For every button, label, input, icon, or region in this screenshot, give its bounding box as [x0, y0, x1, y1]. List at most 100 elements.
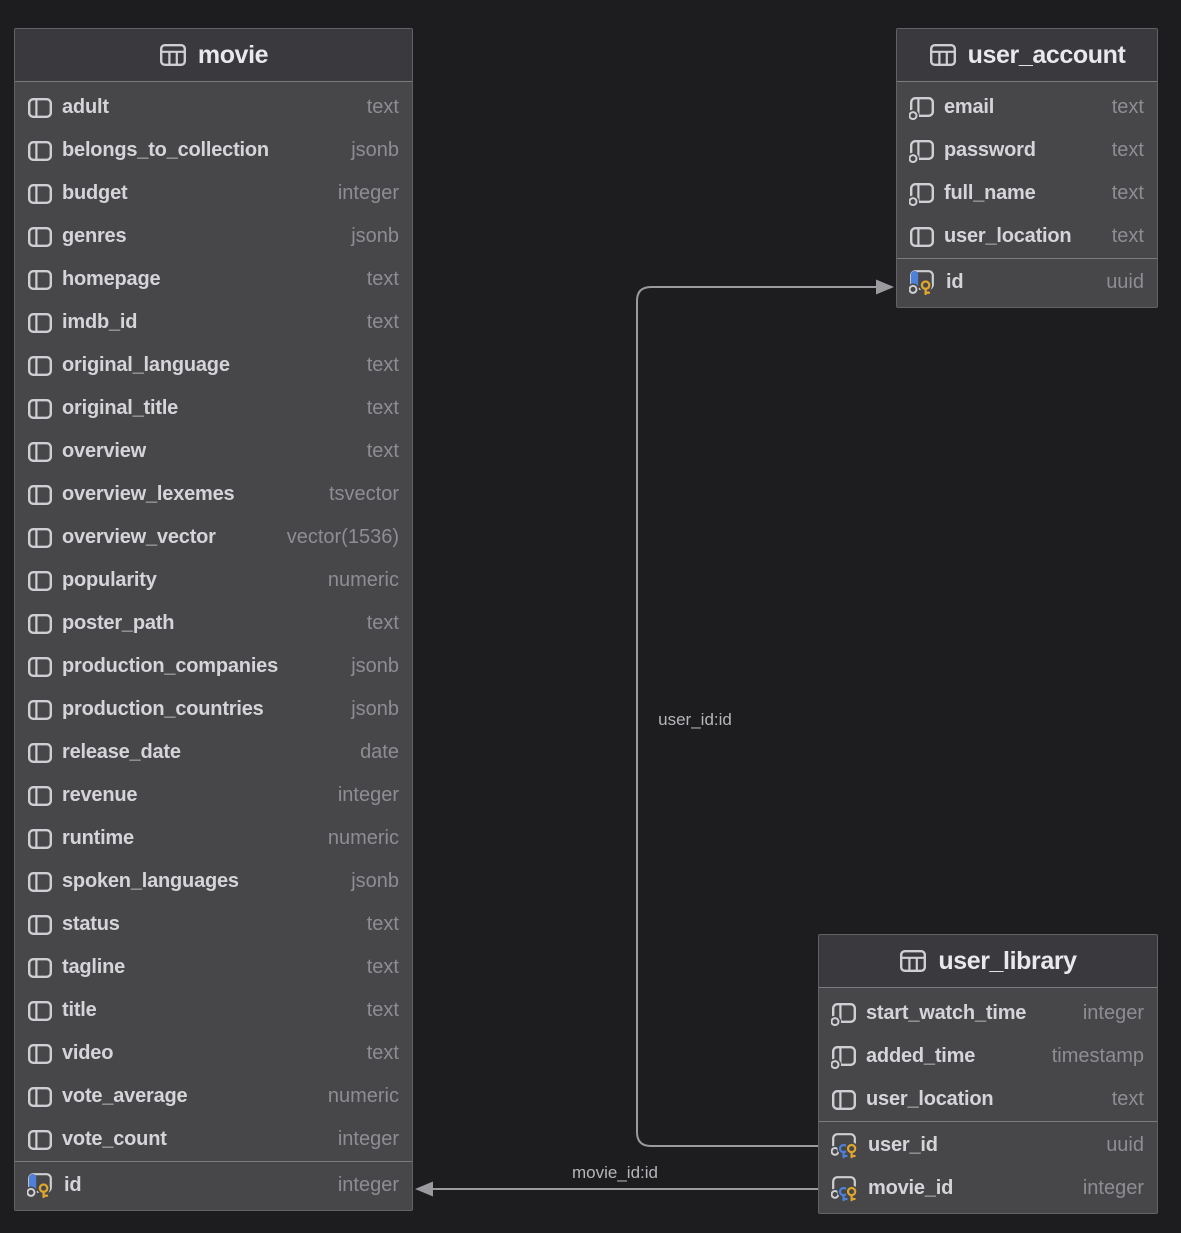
primary-key-icon	[27, 1172, 55, 1199]
column-name: production_companies	[62, 655, 278, 678]
column-row[interactable]: popularity numeric	[15, 559, 412, 602]
column-row[interactable]: runtime numeric	[15, 817, 412, 860]
column-name: email	[944, 96, 994, 119]
column-type: text	[353, 268, 399, 291]
column-icon	[27, 871, 53, 893]
key-row[interactable]: movie_id integer	[819, 1167, 1157, 1210]
column-icon	[27, 527, 53, 549]
column-type: jsonb	[337, 655, 399, 678]
column-icon	[27, 355, 53, 377]
er-diagram-canvas[interactable]: movie adult text belongs_to_collection j…	[0, 0, 1181, 1233]
column-icon	[27, 742, 53, 764]
column-row[interactable]: email text	[897, 86, 1157, 129]
column-icon	[27, 97, 53, 119]
column-name: added_time	[866, 1045, 975, 1068]
column-icon	[27, 1000, 53, 1022]
column-indexed-icon	[831, 1002, 857, 1026]
table-columns: adult text belongs_to_collection jsonb b…	[15, 82, 412, 1161]
table-node-movie[interactable]: movie adult text belongs_to_collection j…	[14, 28, 413, 1211]
column-name: user_location	[866, 1088, 993, 1111]
column-type: text	[353, 956, 399, 979]
column-indexed-icon	[909, 139, 935, 163]
column-type: integer	[324, 1174, 399, 1197]
column-name: poster_path	[62, 612, 174, 635]
column-row[interactable]: overview_lexemes tsvector	[15, 473, 412, 516]
table-title: user_library	[938, 947, 1076, 976]
column-icon	[27, 140, 53, 162]
column-icon	[27, 570, 53, 592]
column-name: user_location	[944, 225, 1071, 248]
column-row[interactable]: full_name text	[897, 172, 1157, 215]
column-name: original_title	[62, 397, 178, 420]
table-node-user_account[interactable]: user_account email text password text fu…	[896, 28, 1158, 308]
column-row[interactable]: original_title text	[15, 387, 412, 430]
column-name: movie_id	[868, 1177, 953, 1200]
column-type: text	[1098, 182, 1144, 205]
column-row[interactable]: belongs_to_collection jsonb	[15, 129, 412, 172]
column-type: numeric	[314, 827, 399, 850]
column-type: date	[346, 741, 399, 764]
column-icon	[27, 441, 53, 463]
column-type: integer	[324, 784, 399, 807]
table-grid-icon	[899, 949, 927, 973]
table-header[interactable]: user_library	[819, 935, 1157, 988]
column-row[interactable]: original_language text	[15, 344, 412, 387]
table-node-user_library[interactable]: user_library start_watch_time integer ad…	[818, 934, 1158, 1214]
column-row[interactable]: homepage text	[15, 258, 412, 301]
table-title: movie	[198, 41, 268, 70]
column-type: integer	[324, 182, 399, 205]
column-name: overview_vector	[62, 526, 216, 549]
column-type: timestamp	[1038, 1045, 1144, 1068]
key-row[interactable]: user_id uuid	[819, 1124, 1157, 1167]
column-row[interactable]: password text	[897, 129, 1157, 172]
primary-key-icon	[909, 269, 937, 296]
column-name: id	[64, 1174, 81, 1197]
column-name: id	[946, 271, 963, 294]
column-row[interactable]: title text	[15, 989, 412, 1032]
column-name: release_date	[62, 741, 181, 764]
relationship-label: user_id:id	[658, 710, 732, 730]
column-row[interactable]: overview_vector vector(1536)	[15, 516, 412, 559]
column-type: integer	[324, 1128, 399, 1151]
column-row[interactable]: vote_count integer	[15, 1118, 412, 1161]
column-row[interactable]: status text	[15, 903, 412, 946]
column-row[interactable]: added_time timestamp	[819, 1035, 1157, 1078]
column-row[interactable]: imdb_id text	[15, 301, 412, 344]
column-row[interactable]: overview text	[15, 430, 412, 473]
column-indexed-icon	[909, 96, 935, 120]
column-icon	[27, 226, 53, 248]
column-name: user_id	[868, 1134, 938, 1157]
column-row[interactable]: vote_average numeric	[15, 1075, 412, 1118]
key-row[interactable]: id integer	[15, 1164, 412, 1207]
column-row[interactable]: user_location text	[897, 215, 1157, 258]
column-name: password	[944, 139, 1036, 162]
column-type: jsonb	[337, 698, 399, 721]
column-row[interactable]: start_watch_time integer	[819, 992, 1157, 1035]
column-type: text	[353, 397, 399, 420]
column-row[interactable]: adult text	[15, 86, 412, 129]
column-icon	[27, 312, 53, 334]
column-row[interactable]: tagline text	[15, 946, 412, 989]
column-row[interactable]: user_location text	[819, 1078, 1157, 1121]
column-name: popularity	[62, 569, 157, 592]
column-row[interactable]: revenue integer	[15, 774, 412, 817]
column-row[interactable]: spoken_languages jsonb	[15, 860, 412, 903]
column-row[interactable]: production_companies jsonb	[15, 645, 412, 688]
column-type: integer	[1069, 1177, 1144, 1200]
column-row[interactable]: production_countries jsonb	[15, 688, 412, 731]
table-header[interactable]: user_account	[897, 29, 1157, 82]
column-type: numeric	[314, 569, 399, 592]
column-name: status	[62, 913, 120, 936]
column-row[interactable]: release_date date	[15, 731, 412, 774]
column-row[interactable]: budget integer	[15, 172, 412, 215]
key-row[interactable]: id uuid	[897, 261, 1157, 304]
column-name: video	[62, 1042, 113, 1065]
table-header[interactable]: movie	[15, 29, 412, 82]
column-name: budget	[62, 182, 127, 205]
column-row[interactable]: poster_path text	[15, 602, 412, 645]
column-row[interactable]: genres jsonb	[15, 215, 412, 258]
column-row[interactable]: video text	[15, 1032, 412, 1075]
column-icon	[27, 957, 53, 979]
column-type: jsonb	[337, 139, 399, 162]
table-keys: id integer	[15, 1161, 412, 1210]
